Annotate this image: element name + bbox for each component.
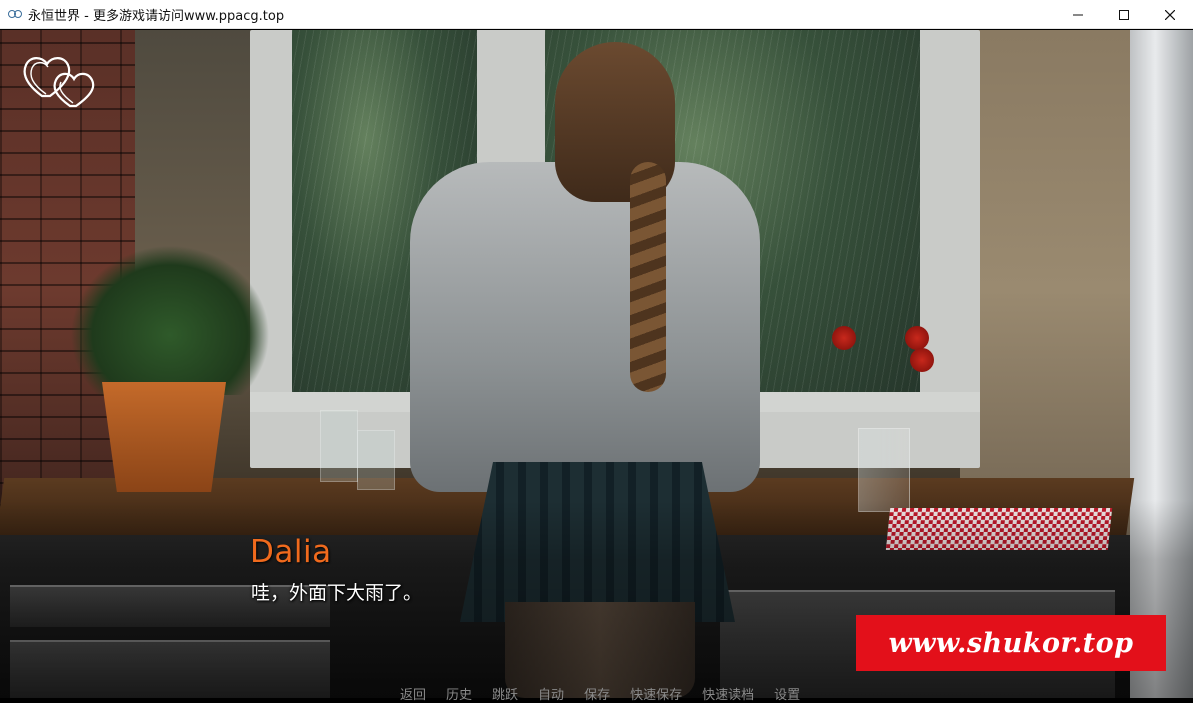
red-rose — [832, 326, 856, 350]
maximize-icon — [1119, 9, 1129, 20]
drinking-glass — [320, 410, 358, 482]
window-title-bar[interactable]: 永恒世界 - 更多游戏请访问www.ppacg.top — [0, 0, 1193, 29]
auto-button[interactable]: 自动 — [538, 684, 564, 703]
quick-save-button[interactable]: 快速保存 — [630, 684, 682, 703]
history-button[interactable]: 历史 — [446, 684, 472, 703]
close-icon — [1165, 9, 1175, 20]
character-braid — [630, 162, 666, 392]
skip-button[interactable]: 跳跃 — [492, 684, 518, 703]
infinity-icon — [8, 10, 22, 18]
double-heart-icon[interactable] — [20, 48, 96, 110]
maximize-button[interactable] — [1101, 0, 1147, 29]
window-title: 永恒世界 - 更多游戏请访问www.ppacg.top — [28, 8, 285, 24]
quick-load-button[interactable]: 快速读档 — [702, 684, 754, 703]
close-button[interactable] — [1147, 0, 1193, 29]
plant-pot — [102, 382, 226, 492]
kitchen-wall — [960, 30, 1150, 550]
quick-menu: 返回 历史 跳跃 自动 保存 快速保存 快速读档 设置 — [400, 684, 820, 703]
potted-plant-leaves — [70, 245, 270, 395]
minimize-icon — [1073, 14, 1083, 15]
watermark-text: www.shukor.top — [888, 627, 1134, 659]
drinking-glass — [357, 430, 395, 490]
red-rose — [910, 348, 934, 372]
school-jacket — [410, 162, 760, 492]
minimize-button[interactable] — [1055, 0, 1101, 29]
save-button[interactable]: 保存 — [584, 684, 610, 703]
window-controls — [1055, 0, 1193, 29]
speaker-name: Dalia — [250, 534, 332, 570]
red-rose — [905, 326, 929, 350]
back-button[interactable]: 返回 — [400, 684, 426, 703]
dialogue-text: 哇，外面下大雨了。 — [251, 582, 423, 604]
watermark-banner: www.shukor.top — [856, 615, 1166, 671]
settings-button[interactable]: 设置 — [774, 684, 800, 703]
